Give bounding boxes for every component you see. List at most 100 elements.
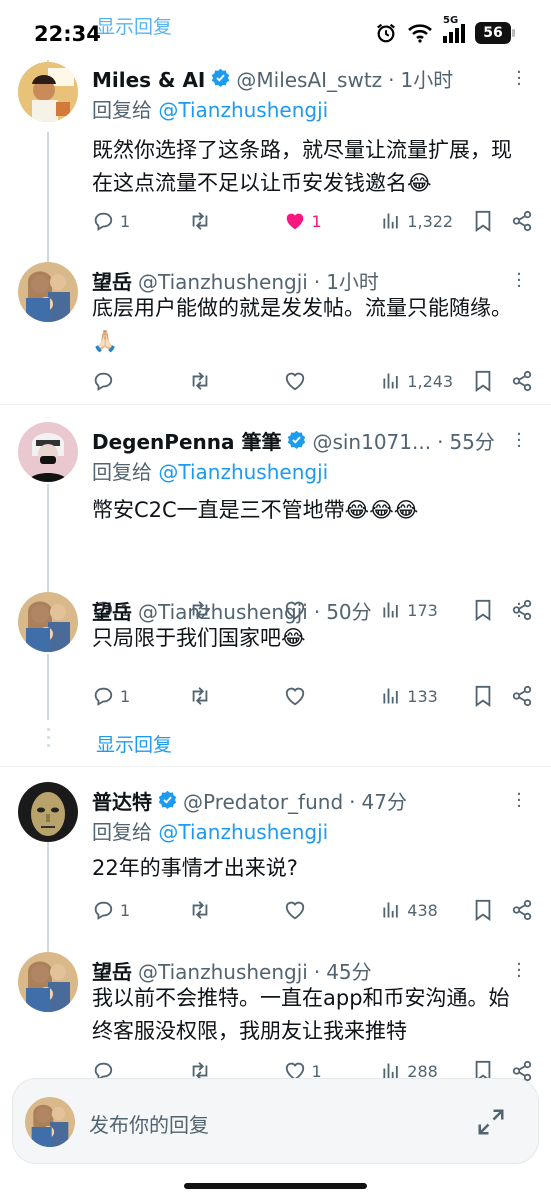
retweet-icon <box>192 687 208 705</box>
bookmark-button[interactable] <box>473 899 511 921</box>
views-button[interactable]: 438 <box>381 900 473 920</box>
wifi-icon <box>408 24 432 43</box>
author-handle[interactable]: @MilesAI_swtz <box>236 68 382 92</box>
author-name[interactable]: 望岳 <box>92 266 132 295</box>
author-name[interactable]: Miles & AI <box>92 68 205 92</box>
reply-composer[interactable]: 发布你的回复 <box>12 1078 539 1164</box>
reply-button[interactable]: 1 <box>92 210 188 232</box>
more-options-icon[interactable]: · · · <box>509 426 529 456</box>
bookmark-button[interactable] <box>473 685 511 707</box>
retweet-button[interactable] <box>188 899 284 921</box>
show-replies-link[interactable]: 显示回复 <box>96 730 172 757</box>
retweet-icon <box>192 372 208 390</box>
reply-button[interactable]: 1 <box>92 899 188 921</box>
composer-avatar <box>25 1097 75 1147</box>
reply-button[interactable] <box>92 370 188 392</box>
reply-button[interactable]: 1 <box>92 685 188 707</box>
views-icon <box>383 373 399 389</box>
share-button[interactable] <box>511 899 533 921</box>
author-name[interactable]: DegenPenna 筆筆 <box>92 426 281 455</box>
reply-to-mention[interactable]: @Tianzhushengji <box>158 98 328 122</box>
bookmark-icon <box>475 370 491 392</box>
post-header: Miles & AI @MilesAI_swtz · 1小时 <box>92 64 511 93</box>
like-button[interactable] <box>284 685 382 707</box>
heart-icon <box>285 372 304 391</box>
post-text: 底层用户能做的就是发发帖。流量只能随缘。🙏🏻 <box>92 296 512 353</box>
more-options-icon[interactable]: · · · <box>509 266 529 296</box>
author-handle[interactable]: @Tianzhushengji <box>138 270 308 294</box>
author-handle[interactable]: @Predator_fund <box>183 790 343 814</box>
like-button[interactable] <box>284 899 382 921</box>
show-replies-overlay-text[interactable]: 显示回复 <box>96 12 172 39</box>
author-name[interactable]: 望岳 <box>92 956 132 985</box>
share-button[interactable] <box>511 370 533 392</box>
like-button[interactable] <box>284 370 382 392</box>
avatar[interactable] <box>18 952 78 1012</box>
more-options-icon[interactable]: · · · <box>509 786 529 816</box>
share-button[interactable] <box>511 685 533 707</box>
avatar[interactable] <box>18 782 78 842</box>
retweet-button[interactable] <box>188 370 284 392</box>
author-name[interactable]: 望岳 <box>92 596 132 625</box>
retweet-icon <box>192 901 208 919</box>
more-options-icon[interactable]: · · · <box>509 956 529 986</box>
share-icon <box>512 685 532 707</box>
verified-badge-icon <box>158 790 177 809</box>
more-options-icon[interactable]: · · · <box>509 64 529 94</box>
view-count: 438 <box>407 900 438 920</box>
reply-icon <box>94 901 113 920</box>
reply-post[interactable]: 望岳 @Tianzhushengji · 1小时 · · · 底层用户能做的就是发发… <box>0 260 551 400</box>
post-time[interactable]: 1小时 <box>326 266 379 295</box>
more-options-icon[interactable]: · · · <box>509 596 529 626</box>
author-handle[interactable]: @Tianzhushengji <box>138 600 308 624</box>
share-icon <box>512 899 532 921</box>
post-time[interactable]: 50分 <box>326 596 371 625</box>
action-bar: 1 133 <box>92 681 533 711</box>
avatar[interactable] <box>18 592 78 652</box>
avatar[interactable] <box>18 422 78 482</box>
author-name[interactable]: 普达特 <box>92 786 152 815</box>
reply-input[interactable]: 发布你的回复 <box>89 1109 209 1138</box>
views-button[interactable]: 1,243 <box>381 371 473 391</box>
reply-icon <box>94 372 113 391</box>
post-time[interactable]: 45分 <box>326 956 371 985</box>
action-bar: 1,243 <box>92 366 533 396</box>
bookmark-icon <box>475 210 491 232</box>
bookmark-button[interactable] <box>473 210 511 232</box>
views-button[interactable]: 133 <box>381 686 473 706</box>
post-time[interactable]: 47分 <box>362 786 407 815</box>
post-header: 望岳 @Tianzhushengji · 45分 <box>92 956 511 985</box>
bookmark-button[interactable] <box>473 370 511 392</box>
view-count: 133 <box>407 686 438 706</box>
like-button[interactable]: 1 <box>284 210 382 232</box>
reply-to-mention[interactable]: @Tianzhushengji <box>158 460 328 484</box>
reply-to-mention[interactable]: @Tianzhushengji <box>158 820 328 844</box>
post-text: 只局限于我们国家吧😂 <box>92 626 306 650</box>
share-button[interactable] <box>511 210 533 232</box>
reply-post[interactable]: 普达特 @Predator_fund · 47分 · · · 回复给 @Tianzh… <box>0 780 551 930</box>
post-time[interactable]: 1小时 <box>401 64 454 93</box>
post-time[interactable]: 55分 <box>449 426 494 455</box>
reply-post[interactable]: DegenPenna 筆筆 @sin1071... · 55分 · · · 回复给 … <box>0 420 551 621</box>
author-handle[interactable]: @Tianzhushengji <box>138 960 308 984</box>
action-bar: 1 1 1,322 <box>92 206 533 236</box>
reply-post[interactable]: 望岳 @Tianzhushengji · 50分 · · · 只局限于我们国家吧😂 … <box>0 590 551 720</box>
retweet-button[interactable] <box>188 685 284 707</box>
share-icon <box>512 210 532 232</box>
share-icon <box>512 370 532 392</box>
replying-to: 回复给 @Tianzhushengji <box>92 820 329 844</box>
avatar[interactable] <box>18 62 78 122</box>
views-icon <box>383 213 399 229</box>
author-handle[interactable]: @sin1071... <box>312 430 431 454</box>
retweet-button[interactable] <box>188 210 284 232</box>
status-time: 22:34 <box>34 22 101 46</box>
reply-post[interactable]: Miles & AI @MilesAI_swtz · 1小时 · · · 回复给 @… <box>0 60 551 256</box>
avatar[interactable] <box>18 262 78 322</box>
post-text: 22年的事情才出来说? <box>92 856 298 880</box>
views-button[interactable]: 1,322 <box>381 211 473 231</box>
home-indicator[interactable] <box>184 1183 367 1189</box>
expand-icon[interactable] <box>476 1107 506 1137</box>
post-text: 我以前不会推特。一直在app和币安沟通。始终客服没权限，我朋友让我来推特 <box>92 986 510 1043</box>
views-icon <box>383 688 399 704</box>
reply-post[interactable]: 望岳 @Tianzhushengji · 45分 · · · 我以前不会推特。一直在… <box>0 950 551 1090</box>
